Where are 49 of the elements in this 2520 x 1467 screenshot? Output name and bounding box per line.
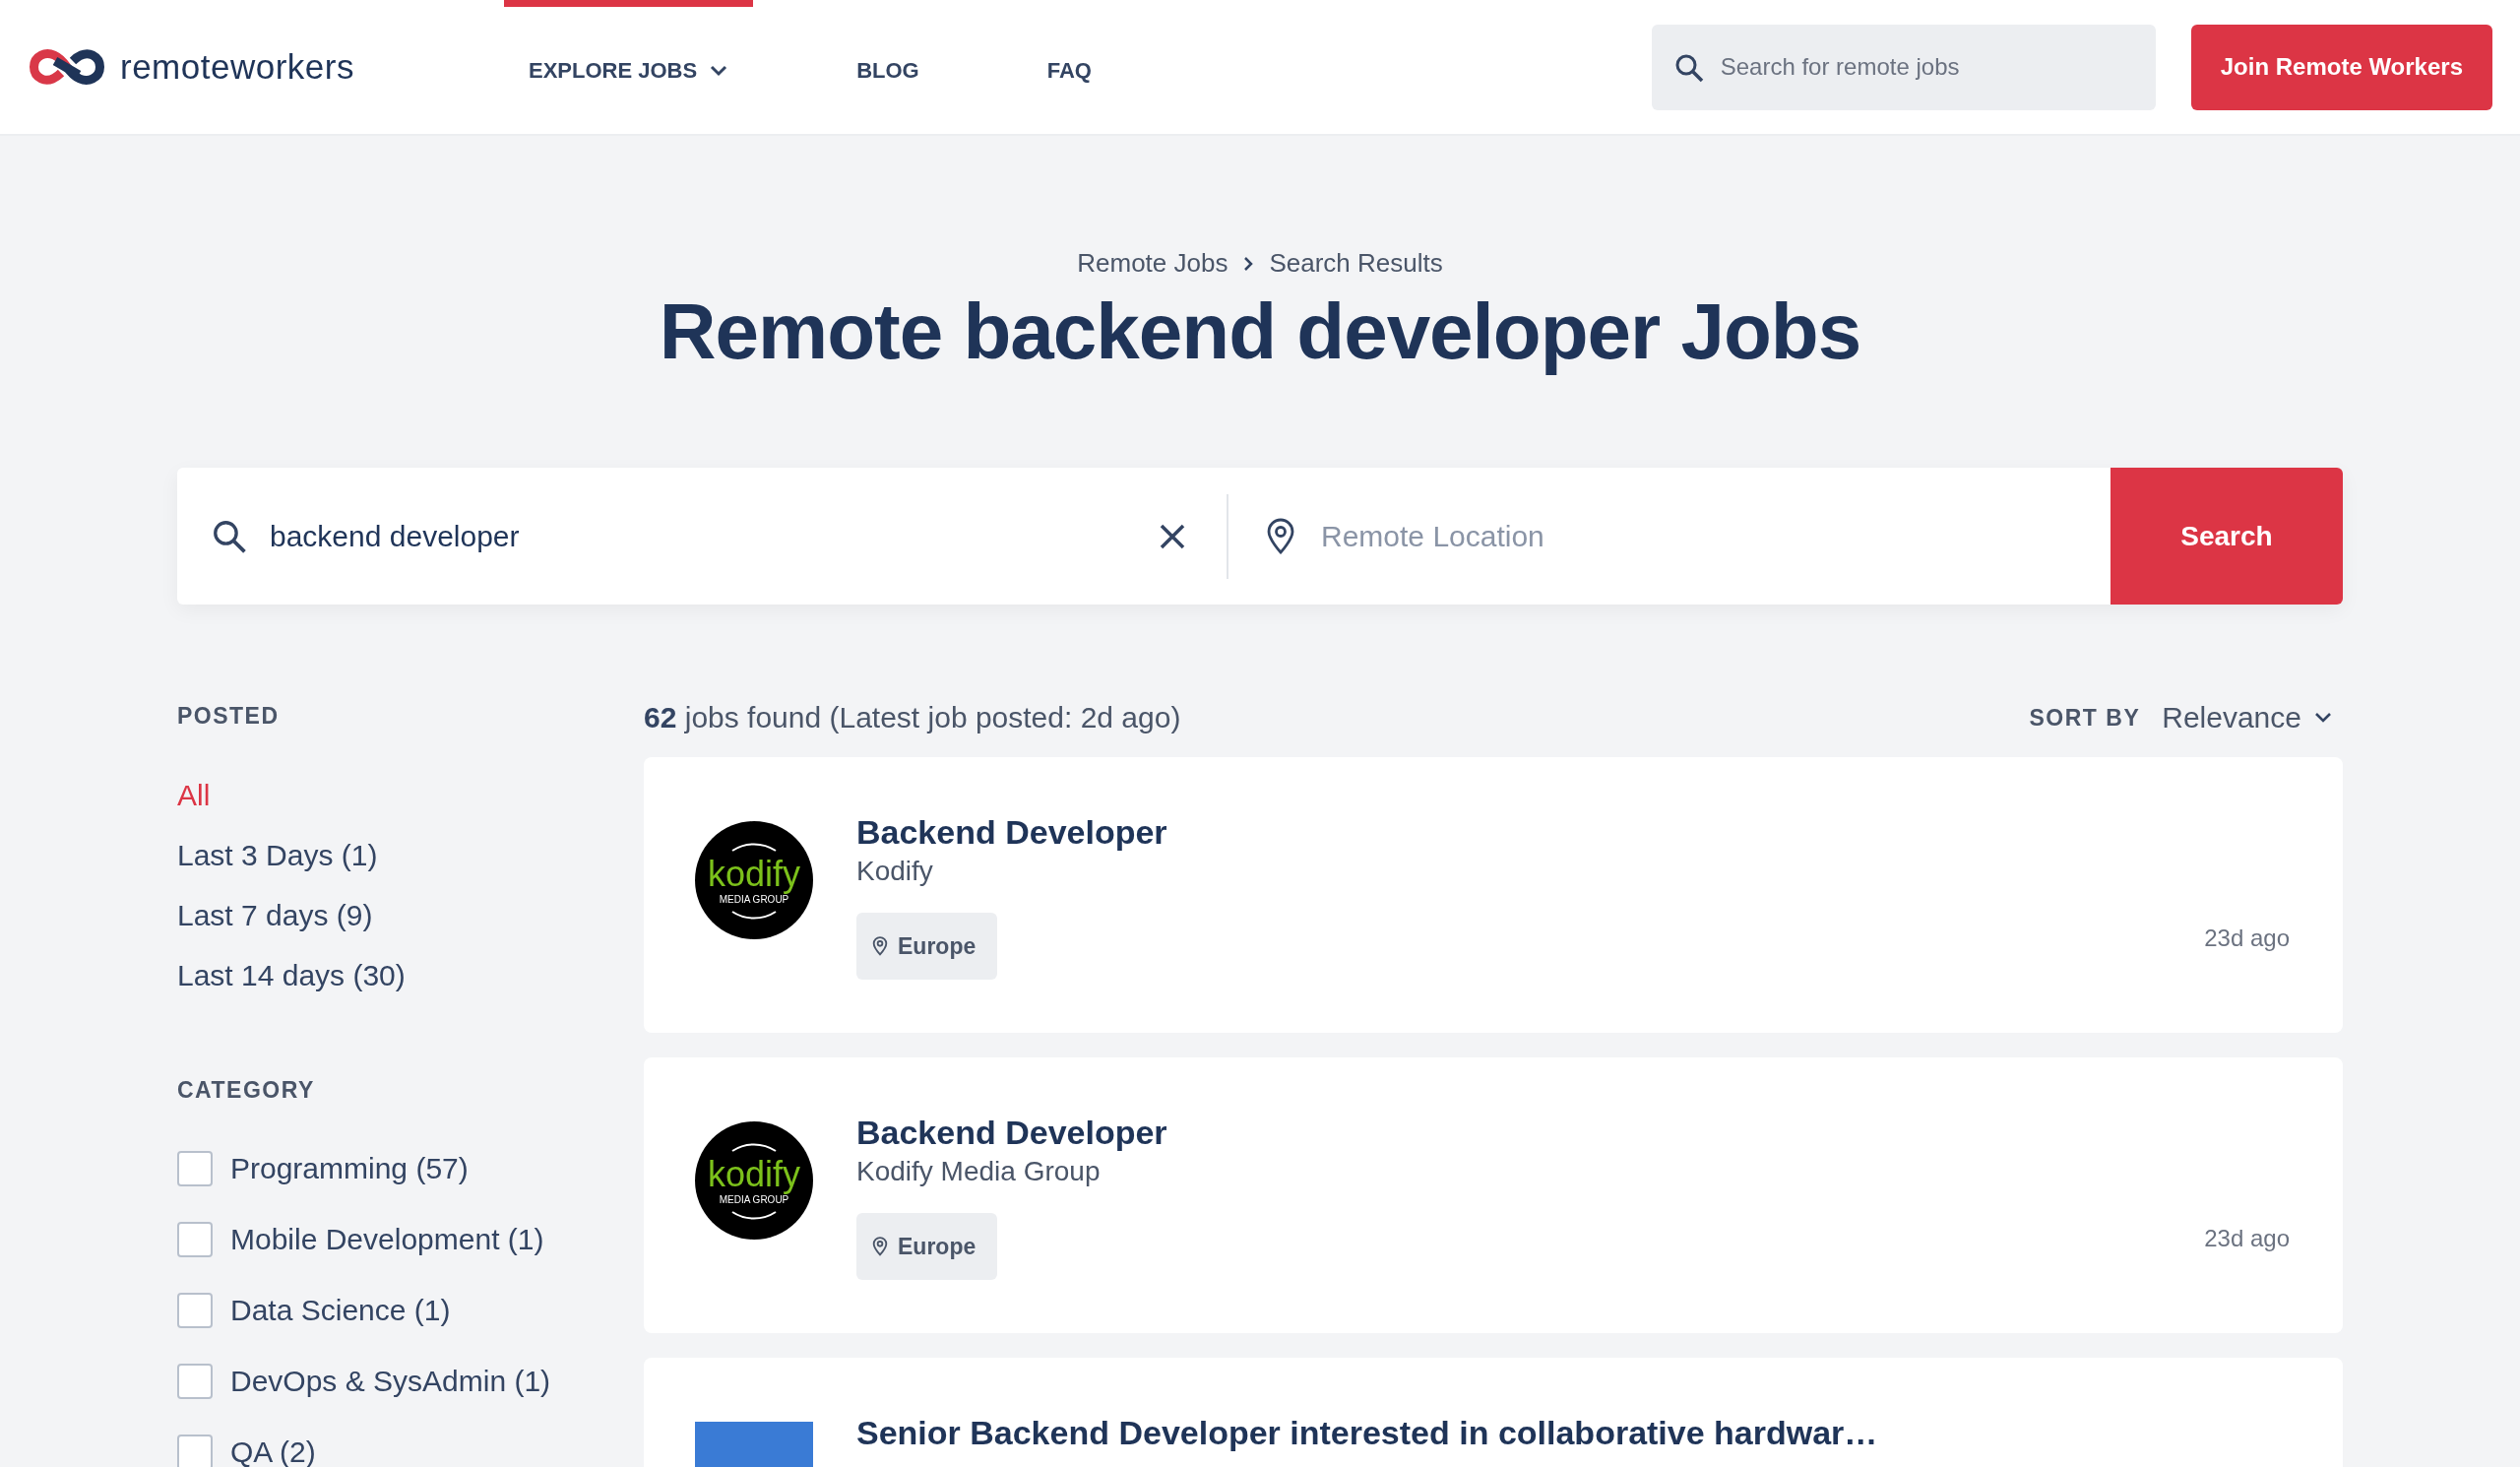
location-pin-icon	[872, 936, 888, 956]
job-title-link[interactable]: Backend Developer	[856, 1114, 1167, 1152]
posted-date: 23d ago	[2204, 925, 2290, 952]
logo-text[interactable]: remoteworkers	[120, 47, 354, 87]
join-button[interactable]: Join Remote Workers	[2190, 24, 2492, 110]
job-title-link[interactable]: Backend Developer	[856, 813, 1167, 852]
date-filter-link[interactable]: All	[177, 779, 644, 812]
location-input[interactable]: Remote Location	[1319, 518, 2073, 554]
breadcrumb-link[interactable]: Remote Jobs	[1077, 248, 1228, 279]
breadcrumb-current: Search Results	[1269, 248, 1443, 279]
checkbox[interactable]	[177, 1364, 213, 1399]
checkbox[interactable]	[177, 1222, 213, 1257]
search-button[interactable]: Search	[2110, 468, 2343, 605]
posted-date: 23d ago	[2204, 1225, 2290, 1252]
location-tag: Europe	[856, 913, 998, 980]
company-logo: kodify MEDIA GROUP	[695, 821, 813, 939]
category-label[interactable]: Mobile Development (1)	[230, 1223, 544, 1256]
nav-link[interactable]: EXPLORE JOBS	[504, 0, 754, 134]
search-field[interactable]: Search for remote jobs	[1651, 24, 2156, 110]
chevron-down-icon	[709, 63, 729, 78]
keyword-input[interactable]: backend developer	[268, 518, 1138, 554]
category-label[interactable]: Data Science (1)	[230, 1294, 451, 1327]
date-filter-link[interactable]: Last 14 days (30)	[177, 959, 644, 992]
filter-heading: CATEGORY	[177, 1077, 316, 1104]
location-pin-icon	[1266, 517, 1295, 555]
date-filter-link[interactable]: Last 3 Days (1)	[177, 839, 644, 872]
job-card[interactable]: Senior Backend Developer interested in collaborative hardwar…	[644, 1358, 2343, 1467]
job-title-link[interactable]: Senior Backend Developer interested in collaborative hardwar…	[856, 1414, 1878, 1452]
checkbox[interactable]	[177, 1151, 213, 1186]
nav-link[interactable]: BLOG	[832, 0, 944, 134]
job-card[interactable]: kodify MEDIA GROUP Backend Developer Kodify Media Group Europe 23d ago	[644, 1057, 2343, 1333]
checkbox[interactable]	[177, 1435, 213, 1467]
checkbox[interactable]	[177, 1293, 213, 1328]
category-label[interactable]: Programming (57)	[230, 1152, 469, 1185]
company-logo: kodify MEDIA GROUP	[695, 1121, 813, 1240]
company-name: Kodify	[856, 856, 933, 887]
sort-dropdown[interactable]: Relevance	[2162, 701, 2333, 734]
job-card[interactable]: kodify MEDIA GROUP Backend Developer Kodify Europe 23d ago	[644, 757, 2343, 1033]
company-name: Kodify Media Group	[856, 1156, 1101, 1187]
filter-heading: POSTED	[177, 703, 281, 730]
category-label[interactable]: DevOps & SysAdmin (1)	[230, 1365, 551, 1398]
nav-link[interactable]: FAQ	[1022, 0, 1116, 134]
location-tag: Europe	[856, 1213, 998, 1280]
results-summary: 62 jobs found (Latest job posted: 2d ago)	[644, 701, 1181, 734]
date-filter-link[interactable]: Last 7 days (9)	[177, 899, 644, 932]
page-title: Remote backend developer Jobs	[658, 287, 1862, 377]
chevron-down-icon	[2313, 711, 2333, 725]
location-pin-icon	[872, 1237, 888, 1256]
sort-label: SORT BY	[2029, 704, 2141, 732]
